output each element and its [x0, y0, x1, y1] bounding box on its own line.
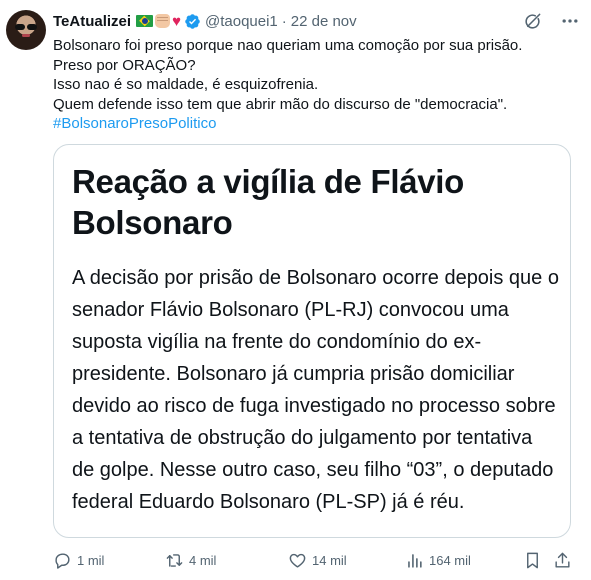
reply-icon [55, 552, 70, 569]
card-body-line: A decisão por prisão de Bolsonaro ocorre… [72, 267, 559, 289]
red-heart-icon: ♥ [172, 12, 181, 30]
reply-count: 1 mil [77, 552, 105, 568]
tweet-line: Quem defende isso tem que abrir mão do d… [53, 95, 508, 113]
views-count: 164 mil [429, 552, 471, 568]
tweet-date[interactable]: 22 de nov [291, 13, 357, 30]
bookmark-button[interactable] [523, 549, 542, 571]
views-button[interactable]: 164 mil [405, 549, 471, 571]
card-body-line: de golpe. Nesse outro caso, seu filho “0… [72, 459, 554, 481]
tweet-actions-bar: 1 mil 4 mil 14 mil 164 mil [53, 549, 583, 571]
bookmark-icon [527, 552, 538, 568]
reply-button[interactable]: 1 mil [53, 549, 104, 571]
avatar-mouth [22, 34, 30, 37]
card-title-line: Bolsonaro [72, 204, 233, 241]
tweet-line: Preso por ORAÇÃO? [53, 56, 196, 74]
repost-button[interactable]: 4 mil [165, 549, 216, 571]
like-button[interactable]: 14 mil [288, 549, 347, 571]
card-body-line: suposta vigília na frente do condomínio … [72, 331, 482, 353]
fist-icon [155, 14, 171, 28]
repost-count: 4 mil [189, 552, 217, 568]
tweet-header: TeAtualizei ♥ @taoquei1 · 22 de nov [53, 11, 357, 31]
card-body: A decisão por prisão de Bolsonaro ocorre… [72, 262, 559, 518]
tweet-line: Isso nao é so maldade, é esquizofrenia. [53, 76, 319, 93]
card-body-line: devido ao risco de fuga investigado no p… [72, 395, 556, 417]
repost-icon [166, 553, 183, 567]
verified-badge-icon[interactable] [184, 13, 201, 30]
avatar-glasses [15, 24, 37, 30]
grok-icon[interactable] [523, 12, 542, 31]
card-body-line: federal Eduardo Bolsonaro (PL-SP) já é r… [72, 491, 465, 513]
tweet-line: Bolsonaro foi preso porque nao queriam u… [53, 37, 523, 54]
share-icon [555, 552, 570, 568]
card-body-line: presidente. Bolsonaro já cumpria prisão … [72, 363, 515, 385]
heart-icon [289, 553, 306, 568]
share-button[interactable] [553, 549, 572, 571]
separator-dot: · [281, 12, 287, 30]
author-emojis: ♥ [136, 14, 181, 29]
brazil-flag-icon [136, 15, 154, 27]
like-count: 14 mil [312, 552, 347, 568]
more-options-icon[interactable] [560, 11, 580, 31]
author-name[interactable]: TeAtualizei [53, 13, 131, 30]
media-card[interactable]: Reação a vigília de Flávio Bolsonaro A d… [53, 144, 571, 538]
card-body-line: senador Flávio Bolsonaro (PL-RJ) convoco… [72, 299, 509, 321]
hashtag-link[interactable]: #BolsonaroPresoPolitico [53, 114, 583, 134]
card-body-line: a tentativa de obstrução do julgamento p… [72, 427, 533, 449]
card-title-line: Reação a vigília de Flávio [72, 163, 465, 200]
card-title: Reação a vigília de Flávio Bolsonaro [72, 161, 552, 243]
tweet-text: Bolsonaro foi preso porque nao queriam u… [53, 36, 583, 134]
views-chart-icon [408, 553, 422, 568]
author-avatar[interactable] [6, 10, 46, 50]
author-handle[interactable]: @taoquei1 [205, 13, 278, 30]
